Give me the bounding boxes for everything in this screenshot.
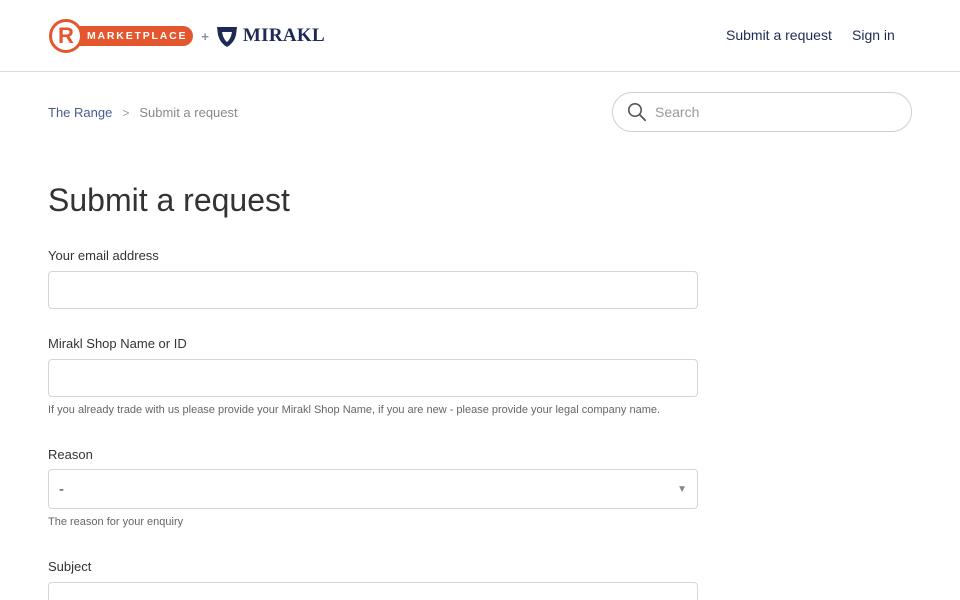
marketplace-label: MARKETPLACE [77, 26, 194, 46]
shop-name-field[interactable] [48, 359, 698, 397]
marketplace-logo[interactable]: R MARKETPLACE + MIRAKL [49, 18, 325, 54]
breadcrumb-current: Submit a request [139, 105, 238, 120]
nav-sign-in-link[interactable]: Sign in [852, 27, 895, 43]
reason-hint: The reason for your enquiry [48, 516, 184, 528]
breadcrumb-separator: > [122, 105, 130, 120]
logo-plus: + [201, 28, 209, 44]
email-field[interactable] [48, 271, 698, 309]
page-title: Submit a request [48, 182, 290, 218]
site-header: R MARKETPLACE + MIRAKL Submit a request … [0, 0, 960, 72]
email-label: Your email address [48, 248, 159, 263]
the-range-r-icon: R [49, 19, 83, 53]
shop-name-label: Mirakl Shop Name or ID [48, 336, 187, 351]
shop-name-hint: If you already trade with us please prov… [48, 404, 661, 416]
mirakl-wordmark: MIRAKL [242, 25, 325, 46]
search-input[interactable] [655, 104, 895, 120]
mirakl-shield-icon [215, 24, 239, 48]
reason-select[interactable]: - ▼ [48, 469, 698, 509]
subject-label: Subject [48, 559, 92, 574]
breadcrumb-home-link[interactable]: The Range [48, 105, 112, 120]
search-icon [627, 102, 647, 122]
nav-submit-request-link[interactable]: Submit a request [726, 27, 832, 43]
breadcrumb: The Range > Submit a request [48, 105, 238, 120]
search-box[interactable] [612, 92, 912, 132]
reason-selected-value: - [59, 480, 64, 498]
reason-label: Reason [48, 447, 93, 462]
chevron-down-icon: ▼ [677, 483, 687, 495]
subject-field[interactable] [48, 582, 698, 600]
